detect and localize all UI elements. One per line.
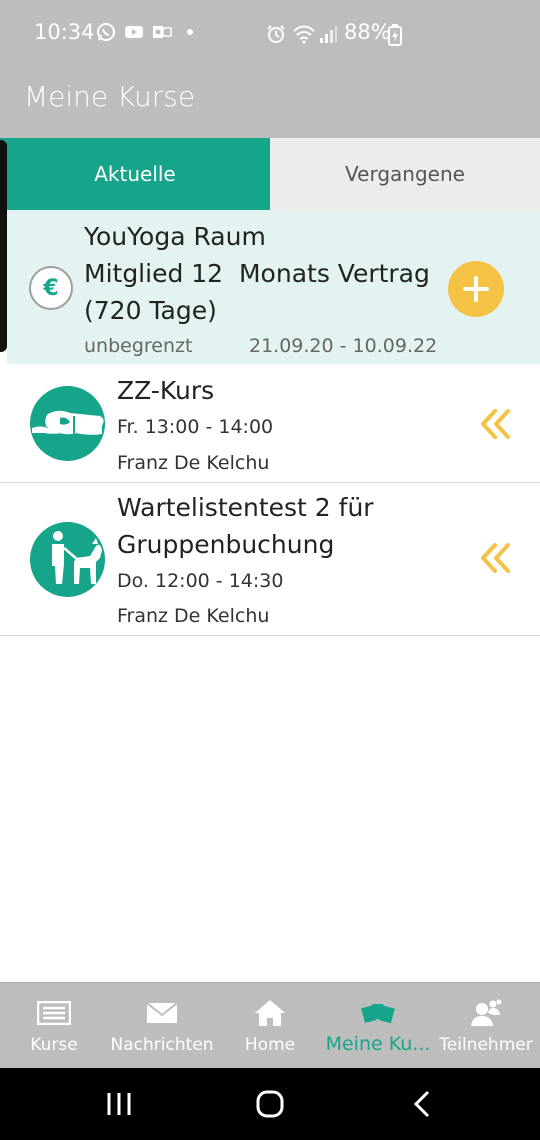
nav-meine-kurse[interactable]: Meine Ku...	[324, 983, 432, 1068]
nav-kurse[interactable]: Kurse	[0, 983, 108, 1068]
bottom-navigation: Kurse Nachrichten Home Meine Ku... Teiln…	[0, 982, 540, 1068]
course-time: Fr. 13:00 - 14:00	[117, 416, 274, 438]
course-item[interactable]: Wartelistentest 2 für Gruppenbuchung Do.…	[0, 483, 540, 636]
status-time: 10:34	[34, 20, 95, 44]
wifi-icon	[293, 25, 315, 44]
list-icon	[37, 999, 71, 1027]
home-circle-icon	[256, 1090, 284, 1118]
nav-label: Meine Ku...	[325, 1033, 431, 1055]
notification-icons	[96, 22, 200, 42]
nav-label: Teilnehmer	[439, 1035, 533, 1055]
membership-title-line3: (720 Tage)	[84, 296, 217, 325]
nav-label: Nachrichten	[110, 1035, 214, 1055]
back-icon	[413, 1090, 430, 1118]
page-title: Meine Kurse	[24, 80, 196, 113]
recent-apps-button[interactable]	[104, 1088, 134, 1120]
nav-label: Kurse	[30, 1035, 78, 1055]
system-navigation-bar	[0, 1068, 540, 1140]
battery-percent: 88%	[344, 20, 391, 44]
nav-teilnehmer[interactable]: Teilnehmer	[432, 983, 540, 1068]
drawer-edge[interactable]	[0, 140, 7, 352]
membership-title: YouYoga Raum Mitglied 12 Monats Vertrag …	[84, 218, 444, 329]
whatsapp-icon	[97, 23, 115, 41]
course-trainer: Franz De Kelchu	[117, 452, 270, 474]
battery-charging-icon	[388, 24, 402, 46]
alarm-icon	[267, 25, 285, 43]
nav-nachrichten[interactable]: Nachrichten	[108, 983, 216, 1068]
massage-hand-icon	[30, 386, 105, 461]
course-time: Do. 12:00 - 14:30	[117, 570, 284, 592]
membership-dates: 21.09.20 - 10.09.22	[249, 335, 438, 357]
plus-icon	[463, 276, 489, 302]
tab-aktuelle[interactable]: Aktuelle	[0, 138, 270, 210]
double-chevron-left-icon[interactable]	[478, 407, 512, 441]
outlook-icon	[153, 26, 172, 38]
course-item[interactable]: ZZ-Kurs Fr. 13:00 - 14:00 Franz De Kelch…	[0, 364, 540, 483]
signal-icon	[320, 26, 337, 43]
home-system-button[interactable]	[254, 1088, 286, 1120]
cards-icon	[361, 999, 395, 1027]
membership-limit: unbegrenzt	[84, 335, 193, 357]
home-icon	[253, 999, 287, 1027]
membership-card[interactable]: € YouYoga Raum Mitglied 12 Monats Vertra…	[7, 210, 540, 364]
membership-title-line2: Mitglied 12 Monats Vertrag	[84, 259, 430, 288]
dot-icon	[187, 29, 193, 35]
course-name: Wartelistentest 2 für Gruppenbuchung	[117, 493, 374, 559]
recent-apps-icon	[107, 1093, 131, 1115]
euro-icon: €	[29, 266, 73, 310]
tab-vergangene[interactable]: Vergangene	[270, 138, 540, 210]
add-button[interactable]	[448, 261, 504, 317]
course-trainer: Franz De Kelchu	[117, 605, 270, 627]
tab-bar: Aktuelle Vergangene	[0, 138, 540, 210]
app-bar: Meine Kurse	[0, 68, 540, 138]
youtube-icon	[125, 26, 143, 38]
double-chevron-left-icon[interactable]	[478, 541, 512, 575]
back-button[interactable]	[410, 1088, 434, 1120]
course-name: ZZ-Kurs	[117, 376, 215, 405]
membership-title-line1: YouYoga Raum	[84, 222, 266, 251]
nav-home[interactable]: Home	[216, 983, 324, 1068]
nav-label: Home	[244, 1035, 296, 1055]
mail-icon	[145, 999, 179, 1027]
status-bar: 10:34 88%	[0, 0, 540, 68]
people-icon	[469, 999, 503, 1027]
guide-dog-icon	[30, 522, 105, 597]
